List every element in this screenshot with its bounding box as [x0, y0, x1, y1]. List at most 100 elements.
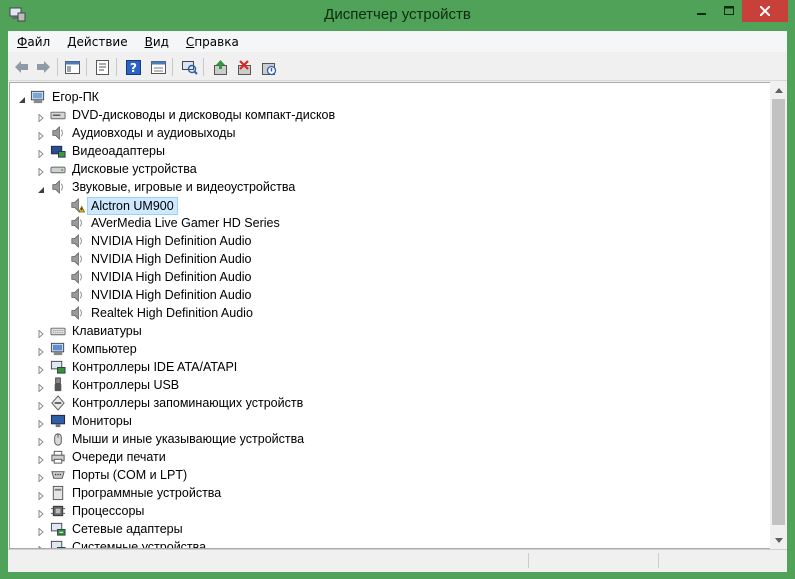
computer-icon	[50, 342, 65, 356]
toolbar-separator	[203, 58, 204, 76]
tree-category[interactable]: Процессоры	[10, 502, 770, 520]
tree-device[interactable]: NVIDIA High Definition Audio	[10, 232, 770, 250]
tree-device[interactable]: Realtek High Definition Audio	[10, 304, 770, 322]
show-hide-tree-button[interactable]	[61, 56, 83, 78]
software-device-icon	[50, 485, 66, 501]
expand-arrow-icon[interactable]	[37, 435, 45, 447]
dvd-drive-icon	[50, 107, 66, 123]
status-cell	[658, 553, 787, 568]
tree-root[interactable]: Егор-ПК	[10, 88, 770, 106]
back-button[interactable]	[10, 56, 32, 78]
properties-button[interactable]	[91, 56, 113, 78]
tree-device[interactable]: NVIDIA High Definition Audio	[10, 286, 770, 304]
disable-device-button[interactable]	[257, 56, 279, 78]
network-adapter-icon	[50, 521, 66, 537]
system-device-icon	[50, 539, 66, 548]
port-icon	[50, 467, 66, 483]
action-view-button[interactable]	[147, 56, 169, 78]
expand-arrow-icon[interactable]	[37, 129, 45, 141]
minimize-button[interactable]	[688, 0, 716, 22]
device-tree[interactable]: Егор-ПК DVD-дисководы и дисководы компакт…	[9, 82, 771, 549]
tree-category[interactable]: Звуковые, игровые и видеоустройства	[10, 178, 770, 196]
scroll-up-button[interactable]	[770, 82, 787, 99]
scrollbar-thumb[interactable]	[772, 99, 785, 525]
tree-category[interactable]: Мыши и иные указывающие устройства	[10, 430, 770, 448]
scan-hardware-button[interactable]	[178, 56, 200, 78]
expand-arrow-icon[interactable]	[37, 453, 45, 465]
tree-device[interactable]: Alctron UM900	[10, 196, 770, 215]
expand-arrow-icon[interactable]	[37, 381, 45, 393]
tree-category[interactable]: Контроллеры USB	[10, 376, 770, 394]
tree-item-label: Контроллеры IDE ATA/ATAPI	[72, 360, 238, 374]
menu-file[interactable]: Файл	[8, 35, 58, 49]
disk-drive-icon	[50, 161, 66, 177]
tree-category[interactable]: Сетевые адаптеры	[10, 520, 770, 538]
menu-action[interactable]: Действие	[58, 35, 135, 49]
tree-category[interactable]: Очереди печати	[10, 448, 770, 466]
tree-device[interactable]: NVIDIA High Definition Audio	[10, 250, 770, 268]
update-driver-button[interactable]	[209, 56, 231, 78]
tree-category[interactable]: Порты (COM и LPT)	[10, 466, 770, 484]
menu-view[interactable]: Вид	[136, 35, 177, 49]
speaker-icon	[69, 287, 85, 303]
mouse-icon	[50, 431, 66, 447]
expand-arrow-icon[interactable]	[37, 363, 45, 375]
forward-button[interactable]	[32, 56, 54, 78]
expand-arrow-icon[interactable]	[37, 111, 45, 123]
speaker-warning-icon	[71, 197, 86, 213]
tree-category[interactable]: Контроллеры IDE ATA/ATAPI	[10, 358, 770, 376]
expand-arrow-icon[interactable]	[37, 525, 45, 537]
tree-item-label: Сетевые адаптеры	[72, 522, 183, 536]
expand-arrow-icon[interactable]	[37, 345, 45, 357]
tree-item-label: Дисковые устройства	[72, 162, 197, 176]
tree-category[interactable]: Аудиовходы и аудиовыходы	[10, 124, 770, 142]
tree-category[interactable]: Клавиатуры	[10, 322, 770, 340]
tree-item-label: Звуковые, игровые и видеоустройства	[72, 180, 296, 194]
expand-arrow-icon[interactable]	[37, 147, 45, 159]
svg-text:?: ?	[130, 61, 137, 75]
expand-arrow-icon[interactable]	[37, 399, 45, 411]
collapse-arrow-icon[interactable]	[37, 183, 45, 193]
storage-controller-icon	[51, 395, 65, 411]
toolbar-separator	[57, 58, 58, 76]
speaker-icon	[71, 251, 82, 267]
expand-arrow-icon[interactable]	[37, 507, 45, 519]
tree-device[interactable]: NVIDIA High Definition Audio	[10, 268, 770, 286]
tree-item-label: Системные устройства	[72, 540, 207, 549]
menu-bar: Файл Действие Вид Справка	[8, 31, 787, 52]
tree-category[interactable]: Программные устройства	[10, 484, 770, 502]
tree-item-label: NVIDIA High Definition Audio	[91, 288, 252, 302]
computer-root-icon	[30, 90, 45, 104]
uninstall-button[interactable]	[233, 56, 255, 78]
tree-category[interactable]: Мониторы	[10, 412, 770, 430]
vertical-scrollbar[interactable]	[770, 82, 787, 549]
show-hide-tree-icon	[64, 60, 80, 74]
maximize-button[interactable]	[716, 0, 742, 22]
expand-arrow-icon[interactable]	[37, 417, 45, 429]
title-bar[interactable]: Диспетчер устройств	[0, 0, 795, 30]
help-button[interactable]: ?	[122, 56, 144, 78]
scroll-down-button[interactable]	[770, 532, 787, 549]
expand-arrow-icon[interactable]	[37, 327, 45, 339]
tree-category[interactable]: Компьютер	[10, 340, 770, 358]
tree-category[interactable]: Видеоадаптеры	[10, 142, 770, 160]
tree-category[interactable]: Контроллеры запоминающих устройств	[10, 394, 770, 412]
ide-controller-icon	[50, 360, 66, 374]
collapse-arrow-icon[interactable]	[18, 93, 26, 103]
menu-help[interactable]: Справка	[177, 35, 247, 49]
speaker-icon	[71, 233, 82, 249]
speaker-icon	[50, 179, 66, 195]
tree-category[interactable]: Дисковые устройства	[10, 160, 770, 178]
dvd-drive-icon	[50, 111, 66, 120]
close-button[interactable]	[742, 0, 788, 22]
tree-item-label: NVIDIA High Definition Audio	[91, 234, 252, 248]
display-adapter-icon	[50, 143, 66, 159]
speaker-icon	[69, 233, 85, 249]
tree-category[interactable]: Системные устройства	[10, 538, 770, 549]
tree-category[interactable]: DVD-дисководы и дисководы компакт-дисков	[10, 106, 770, 124]
tree-device[interactable]: AVerMedia Live Gamer HD Series	[10, 214, 770, 232]
expand-arrow-icon[interactable]	[37, 165, 45, 177]
expand-arrow-icon[interactable]	[37, 471, 45, 483]
expand-arrow-icon[interactable]	[37, 489, 45, 501]
speaker-icon	[69, 305, 85, 321]
